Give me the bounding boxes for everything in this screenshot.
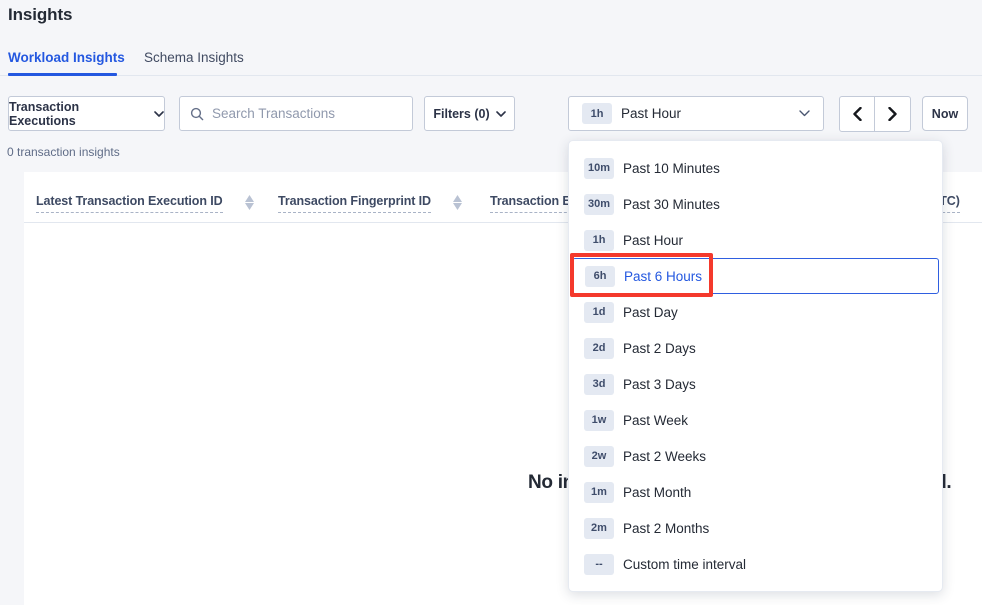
- chevron-right-icon: [888, 107, 897, 121]
- dropdown-item-past-day[interactable]: 1d Past Day: [569, 294, 942, 330]
- sort-icon[interactable]: [245, 195, 254, 210]
- search-box[interactable]: [179, 96, 413, 131]
- dropdown-item-past-6-hours[interactable]: 6h Past 6 Hours: [572, 258, 939, 294]
- search-icon: [190, 107, 204, 121]
- previous-interval-button[interactable]: [839, 96, 875, 132]
- tab-schema-insights[interactable]: Schema Insights: [144, 50, 244, 65]
- active-tab-underline: [8, 73, 117, 76]
- chevron-down-icon: [154, 111, 164, 117]
- column-header-latest-transaction-execution-id[interactable]: Latest Transaction Execution ID: [36, 194, 254, 213]
- now-button[interactable]: Now: [922, 96, 968, 131]
- dropdown-item-past-month[interactable]: 1m Past Month: [569, 474, 942, 510]
- filters-button[interactable]: Filters (0): [424, 96, 515, 131]
- now-button-label: Now: [932, 107, 958, 121]
- time-interval-dropdown: 10m Past 10 Minutes 30m Past 30 Minutes …: [568, 140, 943, 592]
- transaction-type-select[interactable]: Transaction Executions: [8, 96, 165, 131]
- tab-workload-insights[interactable]: Workload Insights: [8, 50, 125, 65]
- dropdown-item-past-10-minutes[interactable]: 10m Past 10 Minutes: [569, 150, 942, 186]
- dropdown-item-past-30-minutes[interactable]: 30m Past 30 Minutes: [569, 186, 942, 222]
- page-title: Insights: [8, 5, 72, 25]
- time-step-buttons: [839, 96, 911, 132]
- chevron-left-icon: [853, 107, 862, 121]
- insights-page: Insights Workload Insights Schema Insigh…: [0, 0, 982, 605]
- column-header-transaction-fingerprint-id[interactable]: Transaction Fingerprint ID: [278, 194, 462, 213]
- chevron-down-icon: [496, 111, 506, 117]
- chevron-down-icon: [799, 110, 810, 117]
- insights-count-summary: 0 transaction insights: [7, 145, 120, 159]
- dropdown-item-custom-time-interval[interactable]: -- Custom time interval: [569, 546, 942, 582]
- transaction-type-label: Transaction Executions: [9, 100, 147, 128]
- sort-icon[interactable]: [453, 195, 462, 210]
- dropdown-item-past-2-weeks[interactable]: 2w Past 2 Weeks: [569, 438, 942, 474]
- dropdown-item-past-3-days[interactable]: 3d Past 3 Days: [569, 366, 942, 402]
- next-interval-button[interactable]: [875, 96, 911, 132]
- dropdown-item-past-hour[interactable]: 1h Past Hour: [569, 222, 942, 258]
- time-interval-select[interactable]: 1h Past Hour: [568, 96, 824, 131]
- search-input[interactable]: [212, 106, 402, 121]
- dropdown-item-past-2-months[interactable]: 2m Past 2 Months: [569, 510, 942, 546]
- tab-bar: Workload Insights Schema Insights: [0, 47, 982, 76]
- time-interval-label: Past Hour: [621, 106, 681, 121]
- filters-label: Filters (0): [433, 107, 489, 121]
- time-interval-badge: 1h: [582, 103, 612, 124]
- dropdown-item-past-week[interactable]: 1w Past Week: [569, 402, 942, 438]
- dropdown-item-past-2-days[interactable]: 2d Past 2 Days: [569, 330, 942, 366]
